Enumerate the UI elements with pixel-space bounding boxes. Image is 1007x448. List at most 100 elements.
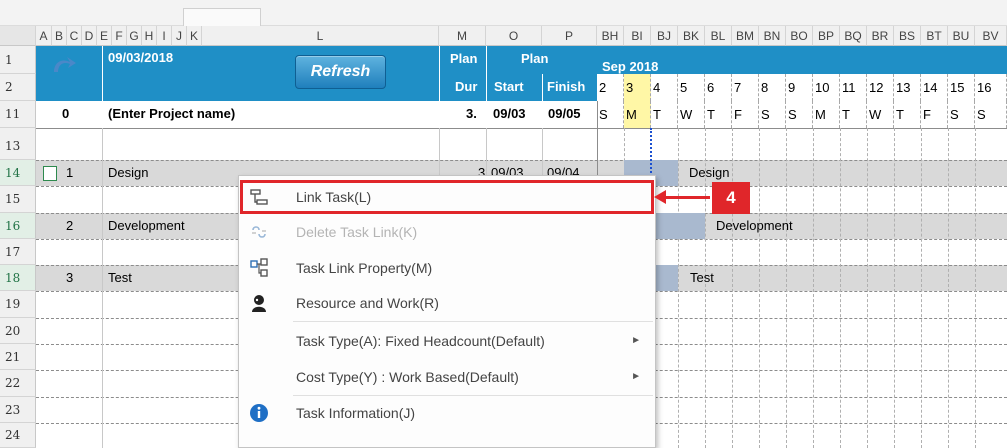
task-id[interactable]: 3	[66, 270, 73, 285]
task-checkbox[interactable]	[43, 166, 57, 181]
row-header-14[interactable]: 14	[0, 160, 36, 186]
row-header-20[interactable]: 20	[0, 318, 36, 344]
row-header-23[interactable]: 23	[0, 397, 36, 423]
sheet-tab-edge	[183, 8, 261, 26]
col-header-j[interactable]: J	[172, 26, 187, 46]
menu-item-label: Resource and Work(R)	[296, 295, 439, 311]
row-header-16[interactable]: 16	[0, 213, 36, 239]
gantt-day-line	[786, 128, 787, 448]
highlight-box	[240, 180, 654, 214]
col-header-p[interactable]: P	[542, 26, 597, 46]
col-header-c[interactable]: C	[67, 26, 82, 46]
day-number: 12	[867, 74, 894, 101]
col-header-bn[interactable]: BN	[759, 26, 786, 46]
menu-separator	[293, 395, 653, 396]
col-header-m[interactable]: M	[439, 26, 486, 46]
gantt-bar-label: Design	[689, 165, 730, 180]
menu-item-cost-type[interactable]: Cost Type(Y) : Work Based(Default) ►	[239, 362, 655, 392]
task-name[interactable]: Test	[108, 270, 132, 285]
row-header-18[interactable]: 18	[0, 265, 36, 291]
gantt-day-line	[948, 128, 949, 448]
col-header-br[interactable]: BR	[867, 26, 894, 46]
col-header-h[interactable]: H	[142, 26, 157, 46]
project-id[interactable]: 0	[62, 106, 69, 121]
menu-item-label: Task Link Property(M)	[296, 260, 433, 276]
weekday: S	[597, 101, 624, 128]
col-header-a[interactable]: A	[36, 26, 52, 46]
row-header-17[interactable]: 17	[0, 239, 36, 265]
weekday: W	[867, 101, 894, 128]
weekday: F	[732, 101, 759, 128]
plan-dur-header-top: Plan	[450, 51, 478, 66]
col-header-bq[interactable]: BQ	[840, 26, 867, 46]
row-divider	[36, 160, 1007, 161]
weekday: S	[948, 101, 975, 128]
project-finish[interactable]: 09/05	[548, 106, 581, 121]
menu-item-task-information[interactable]: Task Information(J)	[239, 398, 655, 428]
project-start[interactable]: 09/03	[493, 106, 526, 121]
task-id[interactable]: 1	[66, 165, 73, 180]
weekday: M	[813, 101, 840, 128]
menu-item-label: Delete Task Link(K)	[296, 224, 418, 240]
col-header-o[interactable]: O	[486, 26, 542, 46]
row-header-24[interactable]: 24	[0, 423, 36, 448]
col-header-i[interactable]: I	[157, 26, 172, 46]
row-header-13[interactable]: 13	[0, 128, 36, 160]
formula-bar-strip	[0, 0, 1007, 26]
menu-separator	[293, 321, 653, 322]
row-header-2[interactable]: 2	[0, 74, 36, 101]
col-header-k[interactable]: K	[187, 26, 202, 46]
col-header-bv[interactable]: BV	[975, 26, 1007, 46]
callout-arrow	[660, 196, 710, 199]
gantt-bar-development[interactable]	[651, 213, 705, 239]
header-divider	[439, 46, 440, 128]
col-header-bm[interactable]: BM	[732, 26, 759, 46]
select-all-corner[interactable]	[0, 26, 36, 46]
col-header-e[interactable]: E	[97, 26, 112, 46]
col-divider	[102, 128, 103, 448]
col-header-bk[interactable]: BK	[678, 26, 705, 46]
col-header-bs[interactable]: BS	[894, 26, 921, 46]
header-divider	[102, 46, 103, 128]
col-header-g[interactable]: G	[127, 26, 142, 46]
day-number: 13	[894, 74, 921, 101]
col-header-f[interactable]: F	[112, 26, 127, 46]
weekday: S	[759, 101, 786, 128]
task-name[interactable]: Development	[108, 218, 185, 233]
weekday: W	[678, 101, 705, 128]
row-header-19[interactable]: 19	[0, 291, 36, 318]
col-header-bo[interactable]: BO	[786, 26, 813, 46]
refresh-button[interactable]: Refresh	[295, 55, 386, 89]
weekday: T	[894, 101, 921, 128]
task-id[interactable]: 2	[66, 218, 73, 233]
menu-item-delete-task-link[interactable]: Delete Task Link(K)	[239, 217, 655, 247]
unlink-icon	[252, 226, 266, 238]
row-header-11[interactable]: 11	[0, 101, 36, 128]
menu-item-label: Task Type(A): Fixed Headcount(Default)	[296, 333, 545, 349]
col-header-b[interactable]: B	[52, 26, 67, 46]
menu-item-label: Task Information(J)	[296, 405, 416, 421]
col-header-bh[interactable]: BH	[597, 26, 624, 46]
menu-item-task-type[interactable]: Task Type(A): Fixed Headcount(Default) ►	[239, 326, 655, 356]
col-header-d[interactable]: D	[82, 26, 97, 46]
col-header-bt[interactable]: BT	[921, 26, 948, 46]
task-name[interactable]: Design	[108, 165, 148, 180]
col-header-bi[interactable]: BI	[624, 26, 651, 46]
resource-icon	[252, 295, 266, 312]
menu-item-task-link-property[interactable]: Task Link Property(M)	[239, 253, 655, 283]
menu-item-resource-and-work[interactable]: Resource and Work(R)	[239, 288, 655, 318]
col-header-bu[interactable]: BU	[948, 26, 975, 46]
col-header-l[interactable]: L	[202, 26, 439, 46]
project-duration[interactable]: 3.	[466, 106, 477, 121]
row-header-15[interactable]: 15	[0, 186, 36, 213]
row-header-21[interactable]: 21	[0, 344, 36, 370]
col-header-bl[interactable]: BL	[705, 26, 732, 46]
col-header-bp[interactable]: BP	[813, 26, 840, 46]
col-header-bj[interactable]: BJ	[651, 26, 678, 46]
gantt-bar-label: Development	[716, 218, 793, 233]
gantt-bar-label: Test	[690, 270, 714, 285]
project-name[interactable]: (Enter Project name)	[108, 106, 235, 121]
plan-dur-header-bottom: Dur	[455, 79, 478, 94]
row-header-22[interactable]: 22	[0, 370, 36, 397]
row-header-1[interactable]: 1	[0, 46, 36, 74]
